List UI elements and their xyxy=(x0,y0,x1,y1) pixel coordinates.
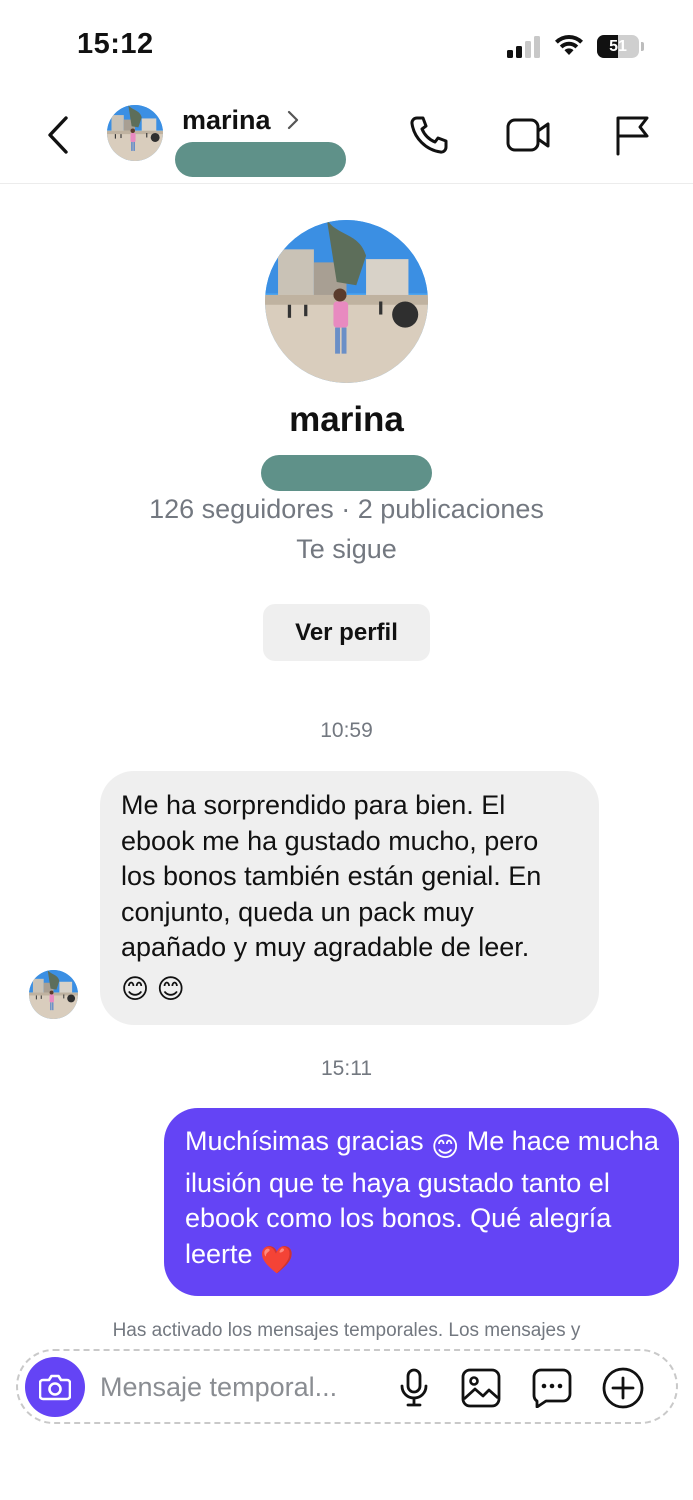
smiling-face-emoji-icon: 😊 😊 xyxy=(121,973,185,1004)
video-call-button[interactable] xyxy=(505,112,551,158)
view-profile-button[interactable]: Ver perfil xyxy=(263,604,430,661)
camera-button[interactable] xyxy=(25,1357,85,1417)
follows-you-label: Te sigue xyxy=(296,534,397,564)
sticker-icon xyxy=(532,1368,572,1408)
avatar[interactable] xyxy=(107,105,163,161)
header-username[interactable]: marina xyxy=(182,105,271,136)
profile-name: marina xyxy=(289,400,404,439)
wifi-icon xyxy=(555,35,583,55)
profile-avatar[interactable] xyxy=(265,220,428,383)
back-icon xyxy=(48,116,68,154)
redacted-profile-username xyxy=(261,455,432,491)
chevron-right-icon xyxy=(287,110,299,130)
sender-avatar[interactable] xyxy=(29,970,78,1019)
gallery-button[interactable] xyxy=(460,1367,502,1409)
more-actions-button[interactable] xyxy=(602,1367,644,1409)
smiling-face-emoji-icon: 😊 xyxy=(431,1132,460,1162)
battery-percent: 51 xyxy=(609,38,627,55)
flag-icon xyxy=(616,116,649,156)
message-text-part: Muchísimas gracias xyxy=(185,1126,424,1156)
message-text: Me ha sorprendido para bien. El ebook me… xyxy=(121,790,542,962)
video-camera-icon xyxy=(506,118,550,152)
gallery-icon xyxy=(461,1368,501,1408)
message-composer xyxy=(16,1349,678,1424)
voice-message-button[interactable] xyxy=(393,1367,435,1409)
vanish-mode-notice: Has activado los mensajes temporales. Lo… xyxy=(112,1320,581,1341)
status-time: 15:12 xyxy=(77,28,154,60)
outgoing-message-bubble[interactable]: Muchísimas gracias 😊 Me hace mucha ilusi… xyxy=(164,1108,679,1296)
red-heart-emoji-icon: ❤️ xyxy=(260,1244,294,1275)
profile-stats: 126 seguidores · 2 publicaciones xyxy=(149,494,544,524)
incoming-message-bubble[interactable]: Me ha sorprendido para bien. El ebook me… xyxy=(100,771,599,1025)
redacted-username xyxy=(175,142,346,177)
battery-icon: 51 xyxy=(597,35,645,58)
message-timestamp: 15:11 xyxy=(321,1057,372,1080)
microphone-icon xyxy=(400,1368,428,1407)
plus-icon xyxy=(602,1367,644,1409)
call-button[interactable] xyxy=(406,112,452,158)
status-bar: 15:12 51 xyxy=(0,0,693,90)
message-input[interactable] xyxy=(100,1369,370,1405)
report-button[interactable] xyxy=(609,112,655,158)
back-button[interactable] xyxy=(36,110,80,160)
cellular-signal-icon xyxy=(507,36,540,58)
sticker-button[interactable] xyxy=(531,1367,573,1409)
camera-icon xyxy=(39,1374,71,1401)
message-timestamp: 10:59 xyxy=(320,719,373,742)
phone-icon xyxy=(410,116,448,154)
chat-header: marina xyxy=(0,90,693,184)
